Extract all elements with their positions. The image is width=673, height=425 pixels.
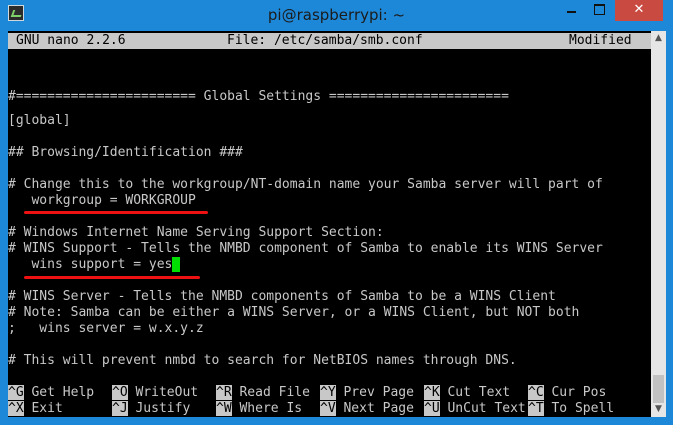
shortcut-label: To Spell (551, 401, 615, 416)
nano-version: GNU nano 2.2.6 (16, 33, 126, 48)
shortcut-key: ^X (8, 401, 24, 416)
editor-line[interactable]: # Change this to the workgroup/NT-domain… (8, 177, 651, 193)
close-button[interactable]: ✕ (615, 0, 663, 21)
editor-line[interactable]: ; wins server = w.x.y.z (8, 321, 651, 337)
shortcut-key: ^R (216, 385, 232, 400)
shortcut-key: ^U (424, 401, 440, 416)
shortcut-key: ^V (320, 401, 336, 416)
shortcut-justify[interactable]: ^J Justify (112, 401, 190, 417)
scroll-up-arrow-icon[interactable]: ▲ (651, 31, 666, 46)
terminal-area[interactable]: GNU nano 2.2.6 File: /etc/samba/smb.conf… (8, 31, 651, 417)
shortcut-label: Cur Pos (551, 385, 607, 400)
editor-line[interactable]: # This will prevent nmbd to search for N… (8, 353, 651, 369)
editor-line[interactable]: #======================= Global Settings… (8, 89, 651, 105)
shortcut-key: ^K (424, 385, 440, 400)
title-bar: pi@raspberrypi: ~ ✕ (0, 0, 673, 31)
scroll-thumb[interactable] (653, 375, 664, 403)
shortcut-read-file[interactable]: ^R Read File (216, 385, 310, 401)
maximize-icon (593, 4, 605, 15)
shortcut-key: ^J (112, 401, 128, 416)
editor-line[interactable]: # WINS Support - Tells the NMBD componen… (8, 241, 651, 257)
shortcut-label: Get Help (31, 385, 95, 400)
shortcut-key: ^G (8, 385, 24, 400)
shortcut-label: Where Is (239, 401, 303, 416)
shortcut-label: Justify (135, 401, 191, 416)
shortcut-cut-text[interactable]: ^K Cut Text (424, 385, 510, 401)
shortcut-label: UnCut Text (447, 401, 526, 416)
vertical-scrollbar[interactable]: ▲ ▼ (651, 31, 666, 417)
nano-header-bar: GNU nano 2.2.6 File: /etc/samba/smb.conf… (8, 33, 651, 49)
shortcut-uncut-text[interactable]: ^U UnCut Text (424, 401, 526, 417)
editor-line[interactable]: [global] (8, 113, 651, 129)
text-cursor (172, 257, 181, 272)
shortcut-exit[interactable]: ^X Exit (8, 401, 63, 417)
shortcut-key: ^T (528, 401, 544, 416)
shortcut-label: Cut Text (447, 385, 511, 400)
shortcut-key: ^W (216, 401, 232, 416)
editor-line[interactable]: # Note: Samba can be either a WINS Serve… (8, 305, 651, 321)
shortcut-where-is[interactable]: ^W Where Is (216, 401, 302, 417)
shortcut-cur-pos[interactable]: ^C Cur Pos (528, 385, 606, 401)
shortcut-key: ^C (528, 385, 544, 400)
maximize-button[interactable] (585, 0, 613, 21)
shortcut-next-page[interactable]: ^V Next Page (320, 401, 414, 417)
editor-line-wins-support[interactable]: wins support = yes (8, 257, 651, 273)
nano-filename: File: /etc/samba/smb.conf (227, 33, 423, 48)
editor-line-workgroup[interactable]: workgroup = WORKGROUP (8, 193, 651, 209)
minimize-button[interactable] (557, 0, 585, 21)
minimize-icon (566, 10, 576, 13)
shortcut-key: ^O (112, 385, 128, 400)
editor-line[interactable]: # WINS Server - Tells the NMBD component… (8, 289, 651, 305)
shortcut-label: Prev Page (343, 385, 414, 400)
annotation-underline-workgroup (24, 211, 208, 214)
editor-line[interactable]: ## Browsing/Identification ### (8, 145, 651, 161)
shortcut-get-help[interactable]: ^G Get Help (8, 385, 94, 401)
shortcut-key: ^Y (320, 385, 336, 400)
shortcut-label: Next Page (343, 401, 414, 416)
shortcut-label: Read File (239, 385, 310, 400)
shortcut-to-spell[interactable]: ^T To Spell (528, 401, 614, 417)
shortcut-prev-page[interactable]: ^Y Prev Page (320, 385, 414, 401)
shortcut-label: WriteOut (135, 385, 199, 400)
editor-line[interactable]: # Windows Internet Name Serving Support … (8, 225, 651, 241)
shortcut-writeout[interactable]: ^O WriteOut (112, 385, 198, 401)
wins-support-text: wins support = yes (8, 257, 173, 272)
close-icon: ✕ (633, 2, 645, 17)
nano-status: Modified (569, 33, 632, 48)
shortcut-label: Exit (31, 401, 63, 416)
annotation-underline-wins-support (24, 276, 200, 279)
scroll-down-arrow-icon[interactable]: ▼ (651, 402, 666, 417)
